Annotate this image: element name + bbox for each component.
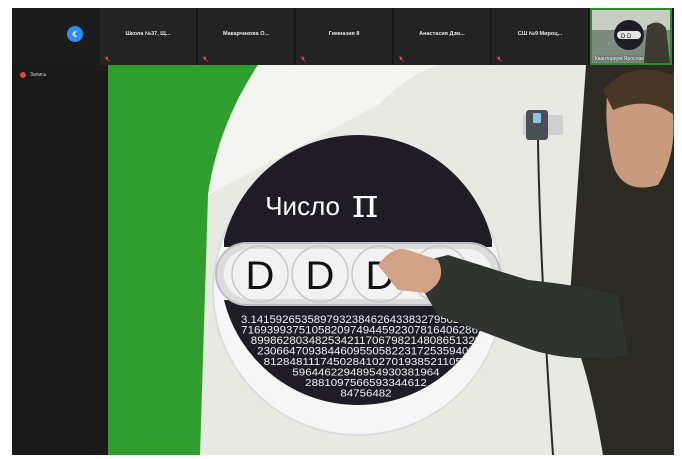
main-video: Число π DDDD 3.1415926535897932384626433… — [108, 65, 674, 455]
svg-text:D D: D D — [621, 34, 632, 40]
participant-name: Гимназия 8 — [328, 31, 360, 37]
participant-tile[interactable]: Макарчикова О... — [198, 8, 295, 65]
recording-indicator[interactable]: Запись — [20, 72, 46, 78]
mic-muted-icon — [398, 56, 404, 62]
pi-digits-line: 2881097566593344612 — [305, 378, 427, 389]
participant-tile[interactable]: Школа №37, Щ... — [100, 8, 197, 65]
pi-digits-line: 2306647093844609550582231725359408 — [257, 346, 475, 358]
participant-tile[interactable]: Анастасия Дзм... — [394, 8, 491, 65]
participant-tile[interactable]: Гимназия 8 — [296, 8, 393, 65]
drum-letter: D — [246, 254, 275, 298]
recording-dot-icon — [20, 72, 26, 78]
pi-digits-line: 84756482 — [340, 389, 392, 400]
drum-letter: D — [306, 254, 335, 298]
left-panel: Запись — [12, 65, 108, 455]
mic-muted-icon — [104, 56, 110, 62]
participant-tile[interactable]: СШ №9 Мироц... — [492, 8, 589, 65]
mic-muted-icon — [202, 56, 208, 62]
participants-strip: Школа №37, Щ... Макарчикова О... Гимнази… — [12, 8, 674, 65]
pi-symbol: π — [352, 181, 378, 227]
pi-digits-line: 59644622948954930381964 — [292, 368, 440, 379]
participant-name: Макарчикова О... — [222, 31, 270, 37]
active-speaker-tile[interactable]: D D Кванториум Ярослав — [590, 8, 672, 65]
speaker-video-frame: Число π DDDD 3.1415926535897932384626433… — [108, 65, 674, 455]
previous-page-button[interactable] — [67, 26, 83, 42]
mic-muted-icon — [496, 56, 502, 62]
meeting-window: Школа №37, Щ... Макарчикова О... Гимнази… — [12, 8, 674, 455]
participant-name: Анастасия Дзм... — [419, 31, 465, 37]
pi-digits-line: 81284811174502841027019385211055 — [264, 357, 469, 368]
active-speaker-name: Кванториум Ярослав — [595, 56, 644, 62]
screen-top-edge — [0, 0, 682, 8]
chevron-left-icon — [72, 30, 77, 38]
sign-title: Число — [265, 191, 340, 221]
participant-name: СШ №9 Мироц... — [517, 31, 563, 37]
mic-muted-icon — [300, 56, 306, 62]
recording-label: Запись — [30, 72, 47, 78]
participant-name: Школа №37, Щ... — [125, 31, 171, 37]
